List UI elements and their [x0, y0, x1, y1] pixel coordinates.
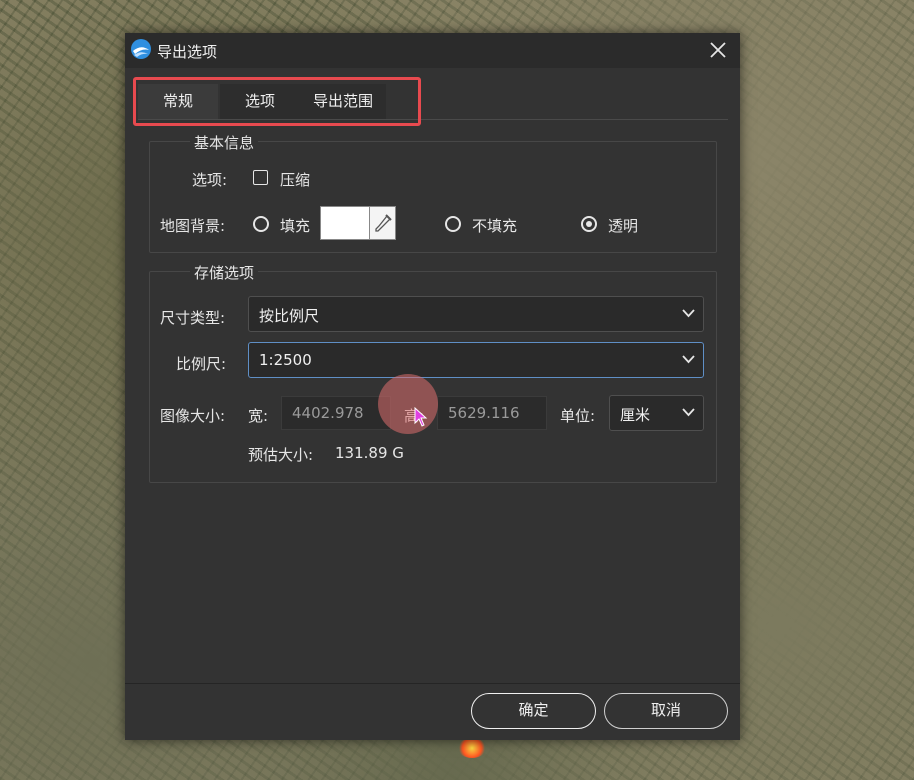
map-background-feature	[458, 738, 486, 758]
estimate-size-label: 预估大小:	[248, 446, 314, 464]
eyedropper-button[interactable]	[370, 206, 396, 240]
chevron-down-icon	[682, 309, 695, 318]
mouse-pointer-icon	[414, 407, 428, 427]
fill-label: 填充	[280, 217, 311, 235]
options-label: 选项:	[192, 171, 228, 189]
transparent-label: 透明	[608, 217, 639, 235]
unit-select[interactable]: 厘米	[609, 395, 704, 431]
tabs-highlight-box	[133, 77, 421, 126]
compress-checkbox[interactable]	[253, 170, 268, 185]
fill-radio[interactable]	[253, 216, 269, 232]
cancel-button[interactable]: 取消	[604, 693, 728, 729]
size-type-label: 尺寸类型:	[160, 309, 226, 327]
size-type-value: 按比例尺	[259, 307, 320, 325]
width-label: 宽:	[248, 407, 269, 425]
unit-value: 厘米	[620, 406, 651, 424]
chevron-down-icon	[682, 355, 695, 364]
basic-info-title: 基本信息	[190, 132, 259, 153]
width-field[interactable]: 4402.978	[281, 396, 391, 430]
storage-options-title: 存储选项	[190, 262, 259, 283]
estimate-size-value: 131.89 G	[335, 444, 404, 462]
dialog-title: 导出选项	[157, 43, 218, 61]
click-indicator	[378, 374, 438, 434]
eyedropper-icon	[375, 214, 392, 232]
scale-select[interactable]: 1:2500	[248, 342, 704, 378]
basic-info-group: 基本信息	[149, 132, 717, 253]
no-fill-radio[interactable]	[445, 216, 461, 232]
height-field[interactable]: 5629.116	[437, 396, 547, 430]
ok-button[interactable]: 确定	[471, 693, 596, 729]
chevron-down-icon	[682, 408, 695, 417]
scale-value: 1:2500	[259, 351, 312, 369]
footer-divider	[125, 683, 740, 684]
fill-color-swatch[interactable]	[320, 206, 370, 240]
size-type-select[interactable]: 按比例尺	[248, 296, 704, 332]
scale-label: 比例尺:	[176, 355, 227, 373]
transparent-radio[interactable]	[581, 216, 597, 232]
no-fill-label: 不填充	[472, 217, 518, 235]
app-logo-icon	[131, 39, 151, 59]
map-background-label: 地图背景:	[160, 217, 226, 235]
compress-label: 压缩	[280, 171, 311, 189]
close-icon[interactable]	[706, 38, 730, 62]
image-size-label: 图像大小:	[160, 407, 226, 425]
dialog-titlebar: 导出选项	[125, 33, 740, 68]
export-options-dialog: 导出选项 常规 选项 导出范围 基本信息 选项: 压缩 地图背景: 填充 不填充…	[125, 33, 740, 740]
unit-label: 单位:	[560, 407, 596, 425]
